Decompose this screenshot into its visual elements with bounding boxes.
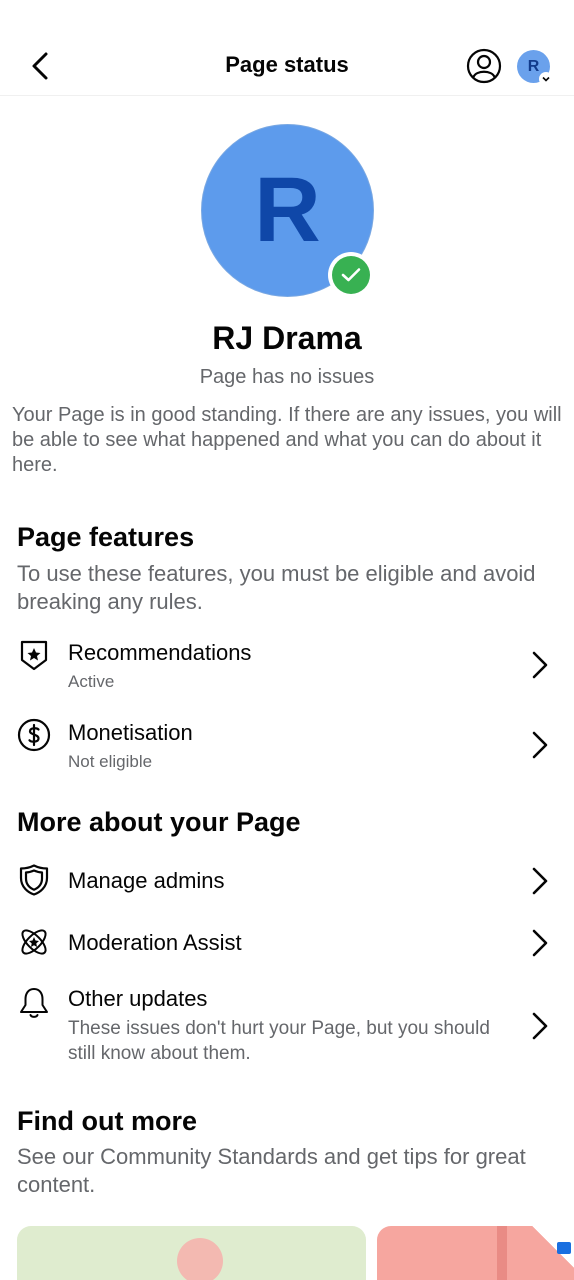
manage-admins-label: Manage admins xyxy=(68,868,225,893)
find-out-more-heading: Find out more xyxy=(17,1106,197,1136)
dollar-circle-icon xyxy=(17,718,51,752)
good-standing-badge xyxy=(328,252,374,298)
card-illustration xyxy=(497,1226,507,1280)
other-updates-label: Other updates xyxy=(68,986,208,1011)
page-features-heading: Page features xyxy=(17,522,195,552)
user-circle-icon xyxy=(466,48,502,84)
top-bar: Page status R xyxy=(0,36,574,96)
avatar-initial: R xyxy=(527,57,540,75)
chevron-right-icon xyxy=(532,867,548,895)
chevron-right-icon xyxy=(532,929,548,957)
issue-status: Page has no issues xyxy=(199,366,375,388)
recommendations-label: Recommendations xyxy=(68,640,252,665)
other-updates-row[interactable]: Other updates These issues don't hurt yo… xyxy=(0,982,574,1068)
account-switcher-avatar[interactable]: R xyxy=(517,50,553,86)
bell-icon xyxy=(20,988,48,1018)
atom-icon xyxy=(21,929,47,955)
manage-admins-row[interactable]: Manage admins xyxy=(0,860,574,902)
monetisation-status: Not eligible xyxy=(68,752,153,771)
resource-cards-carousel[interactable] xyxy=(0,1226,574,1280)
page-features-subtitle: To use these features, you must be eligi… xyxy=(17,561,536,614)
moderation-assist-row[interactable]: Moderation Assist xyxy=(0,922,574,964)
moderation-assist-label: Moderation Assist xyxy=(68,930,242,955)
page-name: RJ Drama xyxy=(212,320,362,356)
standing-description: Your Page is in good standing. If there … xyxy=(12,404,562,476)
page-status-screen: Page status R R RJ Drama Page has no iss… xyxy=(0,0,574,1280)
page-avatar-initial: R xyxy=(254,159,321,261)
recommendations-status: Active xyxy=(68,672,115,691)
briefcase-icon xyxy=(557,1242,571,1254)
other-updates-description: These issues don't hurt your Page, but y… xyxy=(68,1018,490,1064)
chevron-down-icon xyxy=(539,72,553,86)
more-about-heading: More about your Page xyxy=(17,807,301,837)
card-illustration xyxy=(177,1238,223,1280)
chevron-right-icon xyxy=(532,1012,548,1040)
monetisation-label: Monetisation xyxy=(68,720,193,745)
resource-card[interactable] xyxy=(17,1226,366,1280)
shield-star-icon xyxy=(20,640,48,671)
resource-card[interactable] xyxy=(377,1226,574,1280)
profile-button[interactable] xyxy=(466,48,502,84)
recommendations-row[interactable]: Recommendations Active xyxy=(0,632,574,702)
find-out-more-subtitle: See our Community Standards and get tips… xyxy=(17,1144,526,1197)
chevron-right-icon xyxy=(532,651,548,679)
chevron-right-icon xyxy=(532,731,548,759)
checkmark-icon xyxy=(341,268,361,282)
shield-icon xyxy=(19,864,49,896)
monetisation-row[interactable]: Monetisation Not eligible xyxy=(0,712,574,782)
